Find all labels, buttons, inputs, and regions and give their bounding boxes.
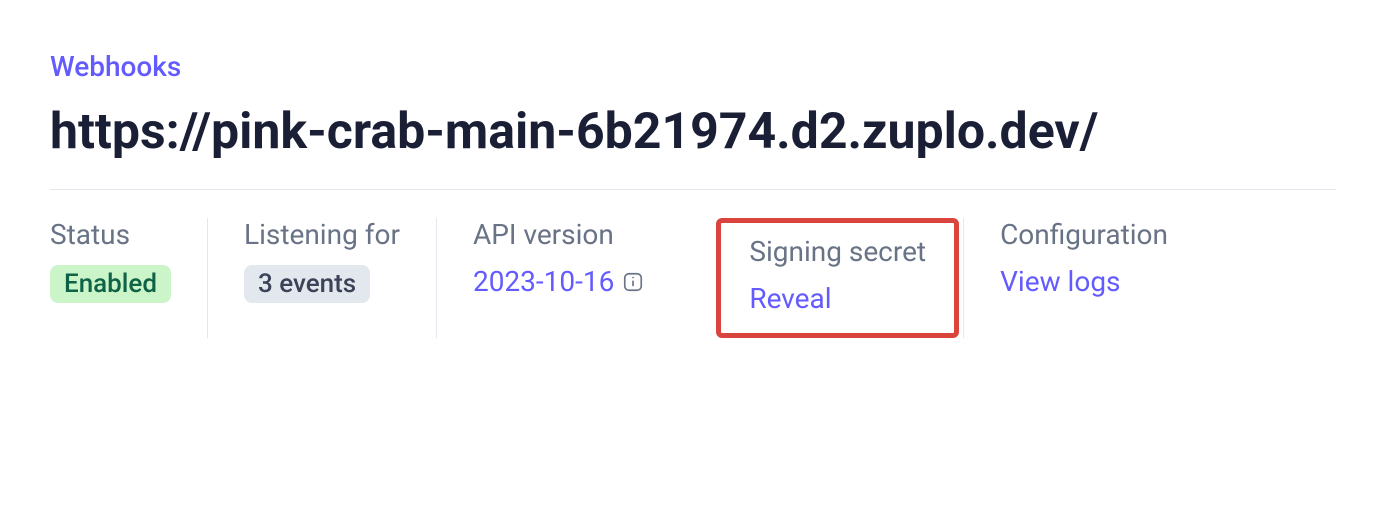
api-version-block: API version 2023-10-16 (436, 218, 680, 338)
configuration-label: Configuration (1000, 218, 1168, 251)
view-logs-link[interactable]: View logs (1000, 265, 1168, 298)
divider (50, 189, 1336, 190)
details-row: Status Enabled Listening for 3 events AP… (50, 218, 1336, 338)
configuration-block: Configuration View logs (963, 218, 1204, 338)
info-icon[interactable] (622, 271, 644, 293)
breadcrumb-label: Webhooks (50, 50, 181, 83)
view-logs-label: View logs (1000, 265, 1120, 298)
breadcrumb-webhooks[interactable]: Webhooks (50, 50, 1336, 83)
status-badge: Enabled (50, 265, 171, 303)
signing-secret-block: Signing secret Reveal (749, 235, 926, 315)
reveal-label: Reveal (749, 282, 831, 315)
api-version-label: API version (473, 218, 644, 251)
signing-secret-label: Signing secret (749, 235, 926, 268)
reveal-link[interactable]: Reveal (749, 282, 926, 315)
status-block: Status Enabled (50, 218, 207, 338)
listening-block: Listening for 3 events (207, 218, 436, 338)
api-version-value: 2023-10-16 (473, 265, 614, 298)
events-badge[interactable]: 3 events (244, 265, 370, 303)
listening-label: Listening for (244, 218, 400, 251)
api-version-link[interactable]: 2023-10-16 (473, 265, 644, 298)
status-label: Status (50, 218, 171, 251)
page-title: https://pink-crab-main-6b21974.d2.zuplo.… (50, 103, 1336, 161)
signing-secret-highlight: Signing secret Reveal (716, 218, 959, 338)
